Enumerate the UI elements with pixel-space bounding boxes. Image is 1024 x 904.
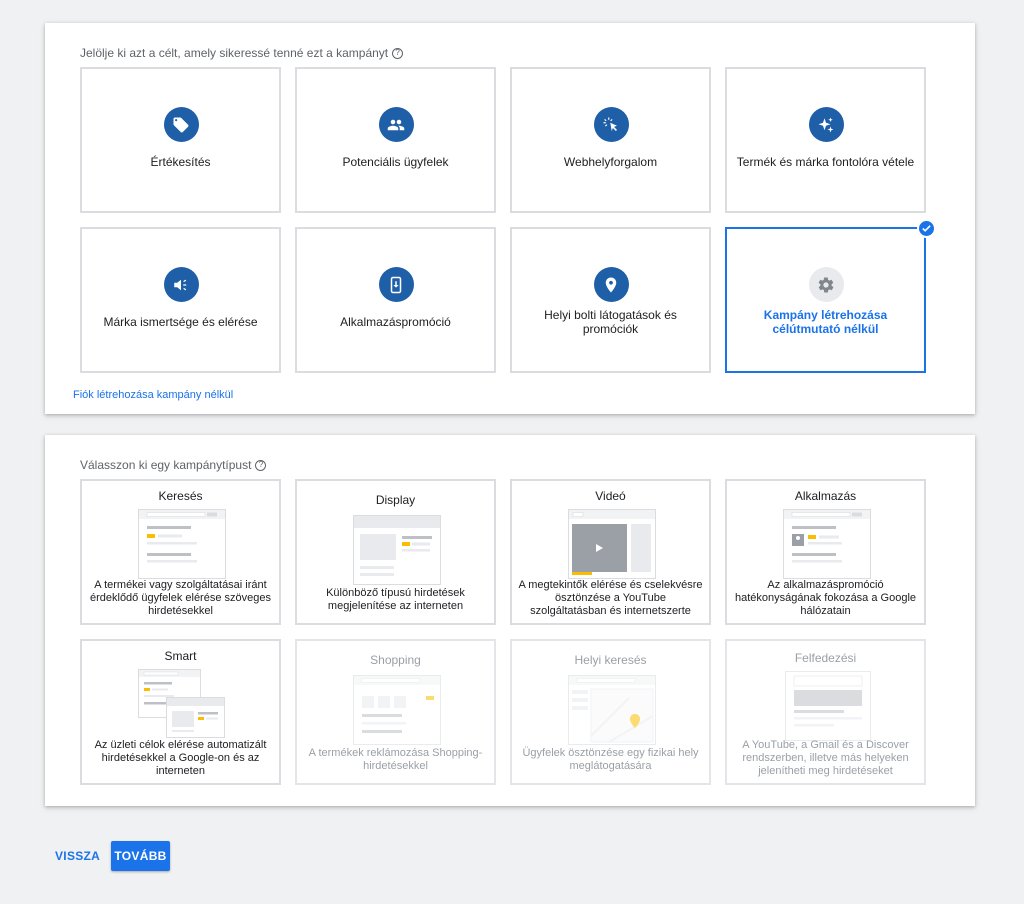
app-ad-illustration: [783, 509, 871, 579]
goal-card-awareness[interactable]: Márka ismertsége és elérése: [80, 227, 281, 373]
type-title: Smart: [164, 649, 197, 663]
type-card-discovery: Felfedezési A YouTube, a Gmail és a Disc…: [725, 639, 926, 785]
goal-label: Kampány létrehozása célútmutató nélkül: [763, 308, 888, 336]
display-ad-illustration: [353, 515, 441, 585]
location-pin-icon: [593, 267, 629, 302]
help-icon[interactable]: ?: [255, 459, 267, 471]
goal-card-sales[interactable]: Értékesítés: [80, 67, 281, 213]
goal-card-traffic[interactable]: Webhelyforgalom: [510, 67, 711, 213]
goal-card-leads[interactable]: Potenciális ügyfelek: [295, 67, 496, 213]
type-section-title-text: Válasszon ki egy kampánytípust: [80, 458, 252, 472]
type-desc: Ügyfelek ösztönzése egy fizikai hely meg…: [522, 747, 699, 772]
back-button[interactable]: VISSZA: [55, 849, 100, 863]
type-title: Keresés: [158, 489, 203, 503]
type-desc: A termékek reklámozása Shopping-hirdetés…: [308, 747, 483, 772]
type-desc: Különböző típusú hirdetések megjelenítés…: [326, 587, 465, 612]
goal-label: Termék és márka fontolóra vétele: [736, 155, 915, 169]
type-desc: A megtekintők elérése és cselekvésre ösz…: [518, 579, 703, 617]
type-title: Helyi keresés: [574, 653, 647, 667]
goal-label: Márka ismertsége és elérése: [103, 315, 258, 329]
video-ad-illustration: [568, 509, 656, 579]
type-card-shopping: Shopping A termékek reklámozása Shopping…: [295, 639, 496, 785]
type-title: Display: [375, 493, 416, 507]
people-icon: [378, 107, 414, 142]
phone-download-icon: [378, 267, 414, 302]
smart-ad-illustration: [138, 669, 226, 739]
gear-icon: [808, 267, 844, 302]
goal-card-no-guidance[interactable]: Kampány létrehozása célútmutató nélkül: [725, 219, 936, 373]
goal-label: Potenciális ügyfelek: [342, 155, 449, 169]
sparkle-icon: [808, 107, 844, 142]
checkmark-icon: [917, 219, 936, 238]
goal-label: Helyi bolti látogatások és promóciók: [544, 308, 677, 336]
goal-section-title: Jelölje ki azt a célt, amely sikeressé t…: [80, 46, 404, 60]
next-button[interactable]: TOVÁBB: [111, 841, 170, 871]
type-section-title: Válasszon ki egy kampánytípust ?: [80, 458, 267, 472]
type-card-display[interactable]: Display Különböző típusú hirdetések megj…: [295, 479, 496, 625]
discovery-ad-illustration: [785, 671, 871, 741]
type-card-smart[interactable]: Smart Az üzleti célok elérése automatizá…: [80, 639, 281, 785]
type-title: Shopping: [370, 653, 421, 667]
type-title: Videó: [595, 489, 626, 503]
goal-card-consideration[interactable]: Termék és márka fontolóra vétele: [725, 67, 926, 213]
goal-section-title-text: Jelölje ki azt a célt, amely sikeressé t…: [80, 46, 389, 60]
goal-label: Webhelyforgalom: [563, 155, 658, 169]
goal-panel: Jelölje ki azt a célt, amely sikeressé t…: [45, 23, 975, 414]
shopping-ad-illustration: [353, 675, 441, 745]
cursor-click-icon: [593, 107, 629, 142]
type-title: Felfedezési: [794, 651, 857, 665]
create-account-without-campaign-link[interactable]: Fiók létrehozása kampány nélkül: [73, 389, 233, 401]
goal-card-app[interactable]: Alkalmazáspromóció: [295, 227, 496, 373]
help-icon[interactable]: ?: [392, 47, 404, 59]
tag-icon: [163, 107, 199, 142]
type-card-video[interactable]: Videó A megtekintők elérése és cselekvés…: [510, 479, 711, 625]
type-desc: A termékei vagy szolgáltatásai iránt érd…: [89, 579, 271, 617]
megaphone-icon: [163, 267, 199, 302]
type-card-search[interactable]: Keresés A termékei vagy szolgáltatásai i…: [80, 479, 281, 625]
goal-label: Értékesítés: [150, 155, 211, 169]
type-card-app[interactable]: Alkalmazás Az alkalmazáspromóció hatékon…: [725, 479, 926, 625]
goal-card-local[interactable]: Helyi bolti látogatások és promóciók: [510, 227, 711, 373]
search-ad-illustration: [138, 509, 226, 579]
type-desc: A YouTube, a Gmail és a Discover rendsze…: [742, 739, 909, 777]
campaign-type-panel: Válasszon ki egy kampánytípust ? Keresés…: [45, 435, 975, 806]
local-ad-illustration: [568, 675, 656, 745]
type-card-local-search: Helyi keresés Ügyfelek ösztönzése egy fi…: [510, 639, 711, 785]
type-title: Alkalmazás: [794, 489, 857, 503]
type-desc: Az alkalmazáspromóció hatékonyságának fo…: [734, 579, 917, 617]
type-desc: Az üzleti célok elérése automatizált hir…: [94, 739, 267, 777]
goal-label: Alkalmazáspromóció: [340, 315, 451, 329]
